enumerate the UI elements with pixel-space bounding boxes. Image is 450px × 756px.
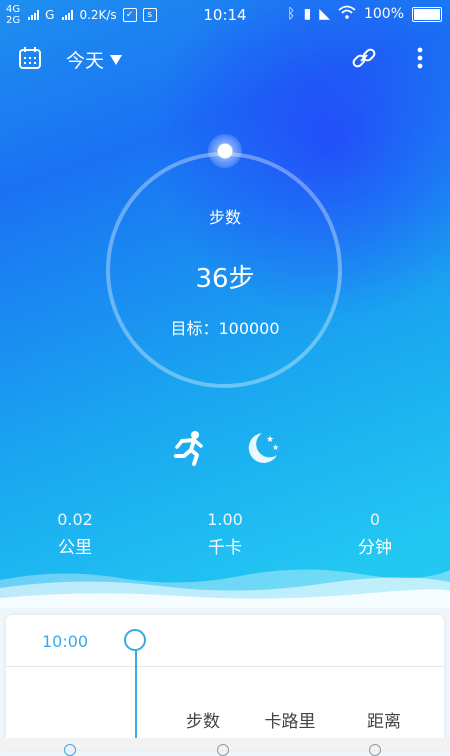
more-button[interactable] [410, 46, 430, 70]
column-distance: 距离 [367, 712, 401, 732]
calendar-button[interactable] [18, 46, 42, 70]
tab-stats-icon[interactable] [217, 744, 229, 756]
wifi-icon [338, 5, 356, 23]
app-bar: 今天 [0, 40, 450, 78]
date-dropdown[interactable]: 今天 [66, 46, 123, 73]
bluetooth-icon: ᛒ [287, 6, 296, 22]
notification-icon: ▮ [303, 6, 312, 22]
timeline-time: 10:00 [42, 632, 89, 651]
stat-duration-value: 0 [369, 510, 381, 529]
column-calories: 卡路里 [264, 712, 316, 732]
timeline-line [135, 650, 137, 750]
tab-profile-icon[interactable] [369, 744, 381, 756]
progress-knob [208, 134, 242, 168]
stat-distance: 0.02 公里 [15, 510, 135, 558]
run-mode-button[interactable] [170, 430, 206, 468]
dropdown-arrow-icon [110, 54, 123, 65]
stat-duration-label: 分钟 [358, 538, 392, 558]
calendar-icon [19, 47, 41, 69]
timeline-node[interactable] [124, 629, 146, 651]
battery-percent: 100% [363, 6, 404, 22]
date-label: 今天 [66, 50, 105, 72]
steps-goal: 目标：100000 [170, 319, 280, 338]
mute-icon: ◣ [319, 6, 330, 22]
svg-text:★: ★ [272, 443, 279, 452]
stat-calories-label: 千卡 [208, 538, 242, 558]
stat-duration: 0 分钟 [315, 510, 435, 558]
status-right: ᛒ ▮ ◣ 100% [287, 5, 442, 23]
link-icon [352, 48, 376, 68]
column-steps: 步数 [186, 712, 220, 732]
connect-button[interactable] [350, 44, 378, 72]
steps-value: 36步 [195, 264, 255, 294]
status-bar: 4G 2G G 0.2K/s ✓ s 10:14 ᛒ ▮ ◣ 100% [0, 0, 450, 30]
stat-calories-value: 1.00 [207, 510, 243, 529]
stat-distance-value: 0.02 [57, 510, 93, 529]
more-icon [417, 47, 423, 69]
battery-icon [412, 6, 442, 22]
sleep-icon: ★ ★ [248, 433, 279, 463]
tab-home-icon[interactable] [64, 744, 76, 756]
stat-distance-label: 公里 [58, 538, 92, 558]
stat-calories: 1.00 千卡 [165, 510, 285, 558]
hero-panel: 4G 2G G 0.2K/s ✓ s 10:14 ᛒ ▮ ◣ 100% 今天 步… [0, 0, 450, 615]
steps-title: 步数 [208, 208, 241, 227]
run-icon [174, 431, 203, 466]
wave-decoration [0, 569, 450, 615]
sleep-mode-button[interactable]: ★ ★ [244, 430, 282, 468]
timeline-divider [6, 666, 444, 667]
